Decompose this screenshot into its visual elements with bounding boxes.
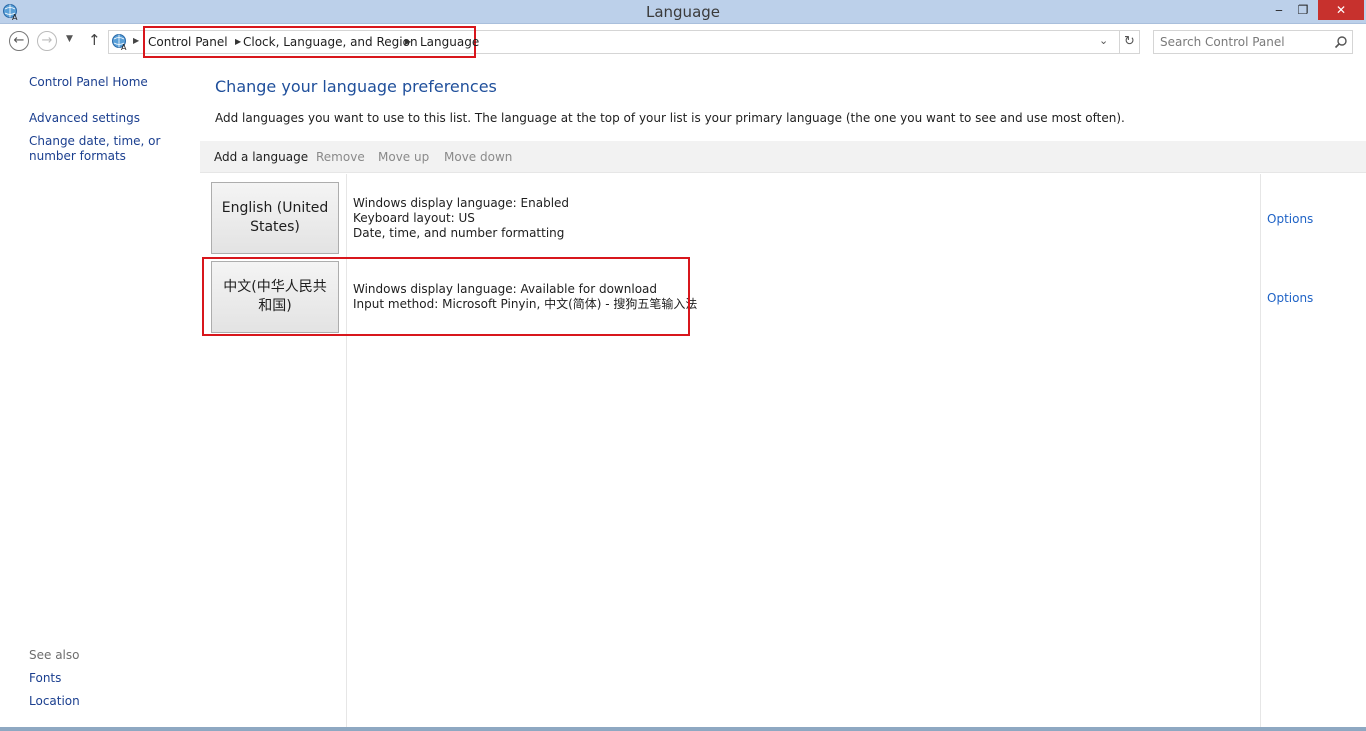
sidebar-location[interactable]: Location xyxy=(29,694,194,709)
sidebar-fonts[interactable]: Fonts xyxy=(29,671,194,686)
language-details-english: Windows display language: Enabled Keyboa… xyxy=(353,196,569,241)
search-icon[interactable] xyxy=(1334,35,1348,49)
search-box[interactable] xyxy=(1153,30,1353,54)
remove-button[interactable]: Remove xyxy=(316,150,365,164)
options-link-chinese[interactable]: Options xyxy=(1267,291,1313,305)
see-also-label: See also xyxy=(29,648,80,662)
column-divider xyxy=(1260,174,1261,731)
detail-line: Windows display language: Enabled xyxy=(353,196,570,210)
page-description: Add languages you want to use to this li… xyxy=(215,111,1125,125)
breadcrumb-clock-language-region[interactable]: Clock, Language, and Region xyxy=(243,35,418,49)
sidebar: Control Panel Home Advanced settings Cha… xyxy=(0,62,200,731)
move-up-button[interactable]: Move up xyxy=(378,150,429,164)
sidebar-advanced-settings[interactable]: Advanced settings xyxy=(29,111,194,126)
address-bar[interactable]: A ▶ Control Panel ▶ Clock, Language, and… xyxy=(108,26,1140,58)
navigation-bar: ← → ▼ ↑ A ▶ Control Panel ▶ Clock, Langu… xyxy=(0,26,1366,58)
window-title: Language xyxy=(645,3,721,21)
breadcrumb-root-chevron-icon[interactable]: ▶ xyxy=(133,36,139,45)
restore-button[interactable]: ❐ xyxy=(1292,0,1314,20)
breadcrumb-chevron-icon[interactable]: ▶ xyxy=(235,37,241,46)
control-panel-globe-icon: A xyxy=(112,34,127,51)
breadcrumb-language[interactable]: Language xyxy=(420,35,479,49)
add-language-button[interactable]: Add a language xyxy=(214,150,308,164)
address-history-dropdown-icon[interactable]: ⌄ xyxy=(1099,34,1108,47)
detail-line: Keyboard layout: US xyxy=(353,211,475,225)
sidebar-control-panel-home[interactable]: Control Panel Home xyxy=(29,75,194,90)
language-list: English (United States) Windows display … xyxy=(200,174,1366,731)
refresh-icon[interactable]: ↻ xyxy=(1119,31,1139,53)
title-bar: A Language ‒ ❐ ✕ xyxy=(0,0,1366,24)
language-toolbar: Add a language Remove Move up Move down xyxy=(200,141,1366,173)
forward-button[interactable]: → xyxy=(37,31,57,51)
search-input[interactable] xyxy=(1160,34,1325,50)
detail-line: Date, time, and number formatting xyxy=(353,226,565,240)
options-link-english[interactable]: Options xyxy=(1267,212,1313,226)
breadcrumb-control-panel[interactable]: Control Panel xyxy=(148,35,228,49)
recent-locations-button[interactable]: ▼ xyxy=(66,34,73,44)
main-content: Change your language preferences Add lan… xyxy=(200,62,1366,731)
move-down-button[interactable]: Move down xyxy=(444,150,512,164)
minimize-button[interactable]: ‒ xyxy=(1268,0,1290,20)
up-button[interactable]: ↑ xyxy=(88,31,101,49)
breadcrumb-chevron-icon[interactable]: ▶ xyxy=(405,37,411,46)
back-button[interactable]: ← xyxy=(9,31,29,51)
svg-text:A: A xyxy=(121,43,127,51)
page-title: Change your language preferences xyxy=(215,77,497,96)
sidebar-change-date-time-formats[interactable]: Change date, time, or number formats xyxy=(29,134,194,164)
chinese-row-highlight-box xyxy=(202,257,690,336)
close-button[interactable]: ✕ xyxy=(1318,0,1364,20)
taskbar-edge xyxy=(0,727,1366,731)
language-tile-english[interactable]: English (United States) xyxy=(211,182,339,254)
